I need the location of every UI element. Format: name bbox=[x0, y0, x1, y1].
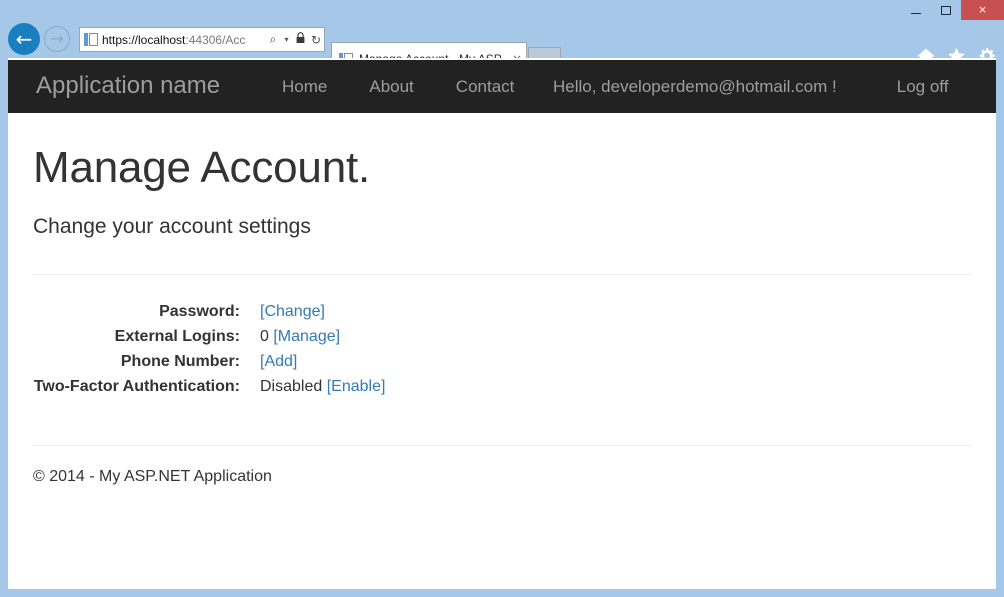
setting-value-password: [Change] bbox=[260, 299, 971, 324]
refresh-icon[interactable]: ↻ bbox=[308, 33, 324, 47]
page-subtitle: Change your account settings bbox=[33, 193, 971, 239]
chevron-down-icon[interactable]: ▾ bbox=[281, 35, 292, 44]
url-path: :44306/Acc bbox=[185, 33, 245, 47]
log-off-link[interactable]: Log off bbox=[897, 60, 949, 113]
setting-row-phone-number: Phone Number: [Add] bbox=[33, 349, 971, 374]
change-password-link[interactable]: [Change] bbox=[260, 303, 325, 320]
setting-label-external-logins: External Logins: bbox=[33, 324, 240, 349]
brand-link[interactable]: Application name bbox=[36, 72, 220, 100]
setting-label-password: Password: bbox=[33, 299, 240, 324]
nav-link-contact[interactable]: Contact bbox=[435, 60, 536, 113]
page-viewport: Application name Home About Contact Hell… bbox=[8, 58, 996, 589]
maximize-icon bbox=[941, 6, 951, 15]
site-footer: © 2014 - My ASP.NET Application bbox=[33, 446, 971, 486]
lock-glyph bbox=[296, 32, 305, 44]
browser-window: × ← → https://localhost:44306/Acc ⌕ ▾ bbox=[0, 0, 1004, 597]
lock-icon bbox=[292, 32, 308, 47]
setting-value-phone-number: [Add] bbox=[260, 349, 971, 374]
nav-link-about[interactable]: About bbox=[348, 60, 434, 113]
enable-two-factor-link[interactable]: [Enable] bbox=[327, 378, 386, 395]
setting-row-external-logins: External Logins: 0 [Manage] bbox=[33, 324, 971, 349]
page-title: Manage Account. bbox=[33, 113, 971, 193]
setting-value-external-logins: 0 [Manage] bbox=[260, 324, 971, 349]
forward-button[interactable]: → bbox=[44, 26, 70, 52]
minimize-button[interactable] bbox=[901, 0, 931, 20]
nav-link-home[interactable]: Home bbox=[261, 60, 348, 113]
arrow-right-icon: → bbox=[45, 27, 69, 51]
manage-external-logins-link[interactable]: [Manage] bbox=[273, 328, 340, 345]
user-greeting-link[interactable]: Hello, developerdemo@hotmail.com ! bbox=[553, 60, 897, 113]
page-document-icon bbox=[84, 32, 98, 47]
setting-value-two-factor: Disabled [Enable] bbox=[260, 374, 971, 399]
setting-text-two-factor: Disabled bbox=[260, 378, 327, 395]
address-bar[interactable]: https://localhost:44306/Acc ⌕ ▾ ↻ bbox=[79, 27, 325, 52]
search-icon[interactable]: ⌕ bbox=[265, 32, 281, 47]
main-content: Manage Account. Change your account sett… bbox=[8, 113, 996, 486]
site-navbar: Application name Home About Contact Hell… bbox=[8, 60, 996, 113]
setting-label-phone-number: Phone Number: bbox=[33, 349, 240, 374]
setting-text-external-logins: 0 bbox=[260, 328, 273, 345]
primary-nav: Home About Contact bbox=[261, 60, 535, 113]
setting-row-two-factor: Two-Factor Authentication: Disabled [Ena… bbox=[33, 374, 971, 399]
setting-label-two-factor: Two-Factor Authentication: bbox=[33, 374, 240, 399]
setting-row-password: Password: [Change] bbox=[33, 299, 971, 324]
url-host: https://localhost bbox=[102, 33, 185, 47]
back-button[interactable]: ← bbox=[8, 23, 40, 55]
minimize-icon bbox=[911, 13, 921, 14]
maximize-button[interactable] bbox=[931, 0, 961, 20]
title-bar: × bbox=[0, 0, 1004, 20]
user-nav: Hello, developerdemo@hotmail.com ! Log o… bbox=[553, 60, 948, 113]
close-icon: × bbox=[979, 2, 987, 17]
close-window-button[interactable]: × bbox=[961, 0, 1004, 20]
url-text: https://localhost:44306/Acc bbox=[102, 33, 265, 47]
account-settings-list: Password: [Change] External Logins: 0 [M… bbox=[33, 275, 971, 399]
arrow-left-icon: ← bbox=[8, 23, 40, 55]
copyright-text: © 2014 - My ASP.NET Application bbox=[33, 468, 971, 486]
add-phone-number-link[interactable]: [Add] bbox=[260, 353, 297, 370]
browser-toolbar: ← → https://localhost:44306/Acc ⌕ ▾ ↻ bbox=[0, 20, 1004, 58]
